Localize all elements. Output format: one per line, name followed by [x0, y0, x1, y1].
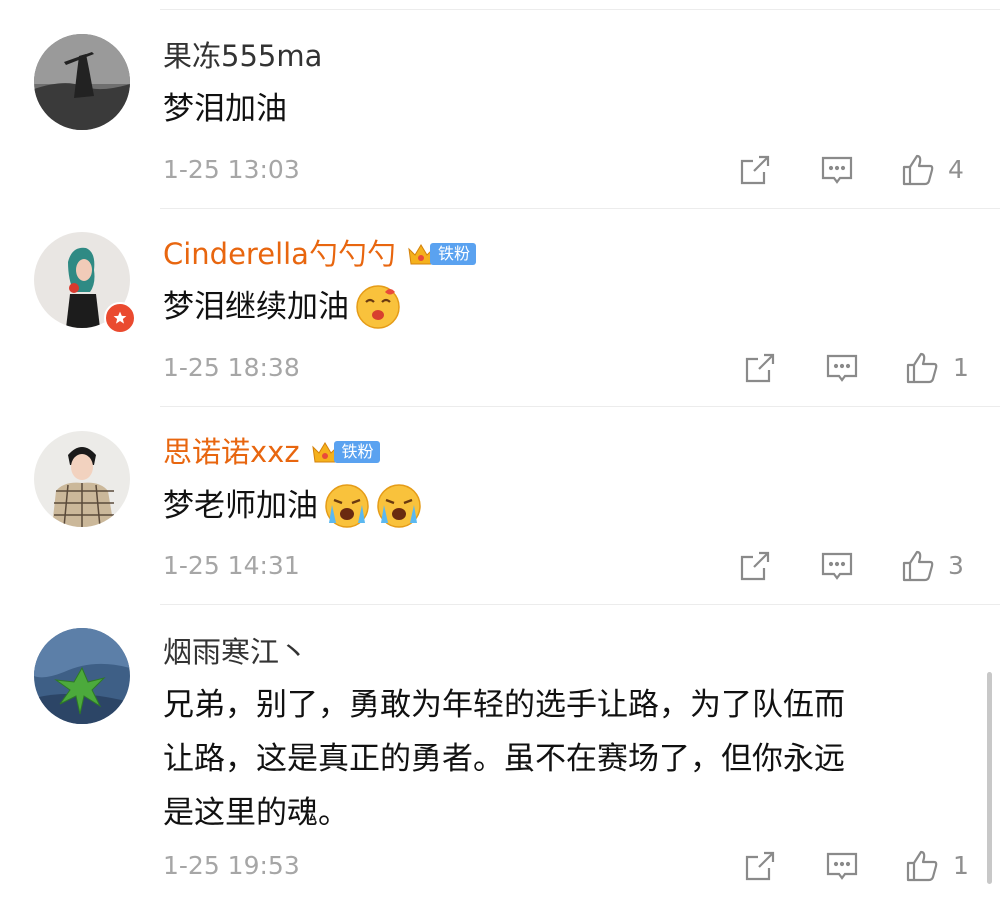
fan-badge: 铁粉: [310, 437, 380, 467]
timestamp: 1-25 19:53: [163, 851, 300, 880]
comment-text: 梦泪加油: [163, 91, 287, 127]
divider: [160, 604, 1000, 605]
username[interactable]: 烟雨寒江丶: [163, 634, 308, 670]
top-divider: [160, 9, 1000, 10]
share-icon[interactable]: [737, 152, 773, 188]
fan-badge: 铁粉: [406, 239, 476, 269]
crying-emoji-icon: [377, 484, 421, 528]
comment-meta: 1-25 13:03 4: [0, 150, 1000, 190]
share-icon[interactable]: [737, 548, 773, 584]
comment-text: 梦老师加油: [163, 479, 960, 533]
timestamp: 1-25 13:03: [163, 155, 300, 184]
comment-text-line: 让路，这是真正的勇者。虽不在赛场了，但你永远: [163, 741, 845, 777]
timestamp: 1-25 14:31: [163, 551, 300, 580]
like-count: 1: [953, 851, 969, 880]
crying-emoji-icon: [325, 484, 369, 528]
share-icon[interactable]: [742, 848, 778, 884]
like-count: 4: [948, 155, 964, 184]
avatar[interactable]: [34, 431, 130, 527]
thumbs-up-icon[interactable]: [900, 548, 936, 584]
comment-meta: 1-25 14:31 3: [0, 546, 1000, 586]
comment-meta: 1-25 18:38 1: [0, 348, 1000, 388]
kiss-emoji-icon: [356, 285, 400, 329]
comment-meta: 1-25 19:53 1: [0, 846, 1000, 886]
username[interactable]: 果冻555ma: [163, 38, 322, 74]
username[interactable]: 思诺诺xxz 铁粉: [163, 434, 380, 470]
avatar[interactable]: [34, 34, 130, 130]
avatar[interactable]: [34, 628, 130, 724]
comment-icon[interactable]: [819, 548, 855, 584]
comment-text: 梦泪继续加油: [163, 280, 960, 334]
thumbs-up-icon[interactable]: [904, 350, 940, 386]
thumbs-up-icon[interactable]: [904, 848, 940, 884]
scrollbar[interactable]: [987, 672, 992, 884]
comment-icon[interactable]: [824, 848, 860, 884]
divider: [160, 208, 1000, 209]
comment-icon[interactable]: [824, 350, 860, 386]
like-count: 1: [953, 353, 969, 382]
comment-text-line: 兄弟，别了，勇敢为年轻的选手让路，为了队伍而: [163, 687, 845, 723]
comment-text: 兄弟，别了，勇敢为年轻的选手让路，为了队伍而 让路，这是真正的勇者。虽不在赛场了…: [163, 678, 960, 840]
divider: [160, 406, 1000, 407]
comment-text-line: 是这里的魂。: [163, 795, 349, 831]
timestamp: 1-25 18:38: [163, 353, 300, 382]
star-badge-icon: [104, 302, 136, 334]
share-icon[interactable]: [742, 350, 778, 386]
comment-icon[interactable]: [819, 152, 855, 188]
username[interactable]: Cinderella勺勺勺 铁粉: [163, 236, 476, 272]
thumbs-up-icon[interactable]: [900, 152, 936, 188]
like-count: 3: [948, 551, 964, 580]
